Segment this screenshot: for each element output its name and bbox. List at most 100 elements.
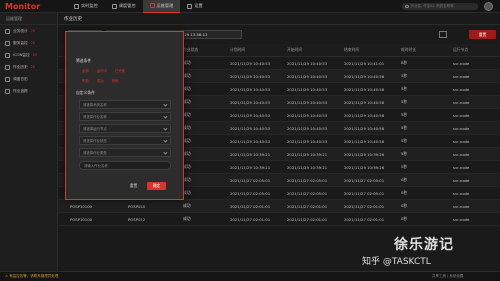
search-placeholder: 作业名, 作业ID, 系统名称等 (410, 4, 454, 8)
sidebar-item-service-monitor[interactable]: 服务监控 25 (0, 37, 57, 49)
server-icon (5, 40, 10, 46)
col-header: 结束时间 (344, 47, 360, 52)
bottom-links[interactable]: 共享工具 | 系统设置 (432, 274, 463, 279)
table-cell: svr-node (453, 138, 470, 144)
table-cell: 2021/11/29 10:40:53 (287, 138, 328, 144)
table-cell: 5秒 (401, 164, 408, 169)
table-cell: 2021/11/29 10:40:58 (344, 125, 385, 131)
job-type-select[interactable]: 请选择作业类型 (79, 148, 171, 157)
user-avatar[interactable] (484, 2, 493, 11)
export-icon[interactable] (439, 31, 447, 38)
sidebar-badge: 25 (30, 65, 35, 69)
table-cell: svr-node (453, 177, 470, 183)
table-cell: 2021/11/29 10:39:21 (287, 164, 328, 170)
table-cell: 成功 (183, 164, 191, 169)
system-name-select[interactable]: 请选择系统名称 (79, 100, 171, 109)
sidebar-item-icon-monitor[interactable]: ICON监控 25 (0, 49, 57, 61)
sidebar-badge: 25 (30, 41, 35, 45)
table-cell: 0秒 (401, 177, 408, 182)
sidebar-badge: 25 (30, 29, 35, 33)
nav-settings[interactable]: 设置 (180, 0, 209, 13)
table-cell: 成功 (183, 151, 191, 156)
popover-reset-button[interactable]: 重置 (124, 182, 143, 190)
table-cell: 2021/11/29 10:40:53 (230, 86, 271, 92)
status-chips-row-2: 失败 成功 其他 (82, 78, 118, 83)
nav-realtime-monitor[interactable]: 实时监控 (67, 0, 105, 13)
table-row[interactable]: POSP10100 POSP012 成功 2021/11/27 02:01:01 202… (58, 213, 500, 226)
job-name-select[interactable]: 请选择作业名称 (79, 112, 171, 121)
table-cell: 0秒 (401, 190, 408, 195)
table-cell: 2021/11/27 02:05:01 (287, 177, 328, 183)
table-cell: svr-node (453, 60, 470, 66)
chip-completed[interactable]: 已完成 (115, 68, 125, 73)
table-cell: 8秒 (401, 60, 408, 65)
table-cell: 成功 (183, 216, 191, 221)
table-cell: POSP10100 (70, 203, 93, 209)
status-chips-row-1: 全部 运行中 已完成 (82, 68, 125, 73)
nav-ops-management[interactable]: 运维管理 (142, 0, 181, 13)
table-cell: 2021/11/27 02:05:01 (230, 177, 271, 183)
table-cell: svr-node (453, 216, 470, 222)
table-cell: 2021/11/29 10:40:58 (344, 73, 385, 79)
table-cell: svr-node (453, 125, 470, 131)
chart-icon (5, 28, 10, 34)
page-title: 作业历史 (58, 13, 500, 25)
table-cell: 2021/11/29 10:40:53 (287, 60, 328, 66)
table-cell: 5秒 (401, 86, 408, 91)
table-cell: 5秒 (401, 125, 408, 130)
run-node-select[interactable]: 请选择运行节点 (79, 124, 171, 133)
select-placeholder: 请选择作业类型 (83, 151, 107, 155)
sidebar-item-job-history[interactable]: 作业历史 25 (0, 61, 57, 73)
job-name-search-input[interactable]: 请输入作业名称 (79, 161, 171, 170)
select-placeholder: 请选择运行节点 (83, 127, 107, 131)
table-cell: 2021/11/29 10:39:26 (344, 164, 385, 170)
popover-confirm-button[interactable]: 确定 (147, 182, 166, 190)
history-icon (5, 64, 10, 70)
select-placeholder: 请选择作业状态 (83, 139, 107, 143)
sidebar-item-label: 服务监控 (13, 40, 28, 45)
table-cell: 2021/11/29 10:39:21 (230, 164, 271, 170)
table-cell: 2021/11/29 10:41:01 (344, 60, 385, 66)
custom-section-title: 自定义条件 (76, 90, 95, 95)
alert-message[interactable]: ⚠ 有监控告警，请联系管理员处理 (5, 274, 58, 279)
table-cell: 2021/11/27 02:05:01 (344, 177, 385, 183)
table-cell: 5秒 (401, 151, 408, 156)
sidebar-item-schedule-calendar[interactable]: 调度日历 (0, 73, 57, 85)
table-cell: 成功 (183, 138, 191, 143)
table-cell: 2021/11/27 02:01:01 (344, 203, 385, 209)
gear-icon (187, 3, 193, 9)
table-row[interactable]: POSP10100 POSP010 成功 2021/11/27 02:01:01 202… (58, 200, 500, 213)
table-cell: 2021/11/29 10:40:53 (287, 86, 328, 92)
job-status-select[interactable]: 请选择作业状态 (79, 136, 171, 145)
table-cell: 2021/11/29 10:39:21 (230, 151, 271, 157)
sidebar-item-job-trace[interactable]: 作业追踪 (0, 85, 57, 97)
chip-all[interactable]: 全部 (82, 68, 89, 73)
table-cell: 5秒 (401, 73, 408, 78)
table-cell: svr-node (453, 99, 470, 105)
nav-schedule-control[interactable]: 调度管控 (105, 0, 143, 13)
sidebar-title: 运维管理 (0, 13, 57, 25)
table-cell: 成功 (183, 203, 191, 208)
table-cell: 成功 (183, 112, 191, 117)
table-cell: POSP012 (128, 216, 146, 222)
table-cell: 成功 (183, 60, 191, 65)
global-search-input[interactable]: 作业名, 作业ID, 系统名称等 (402, 3, 478, 10)
sidebar-item-business-stats[interactable]: 业务统计 25 (0, 25, 57, 37)
chip-running[interactable]: 运行中 (97, 68, 107, 73)
table-cell: 2021/11/29 10:40:58 (344, 138, 385, 144)
watermark-logo: 徐乐游记 (394, 237, 454, 253)
table-cell: 2021/11/29 10:40:53 (230, 112, 271, 118)
select-placeholder: 请选择作业名称 (83, 115, 107, 119)
nav-label: 设置 (194, 3, 203, 8)
chip-success[interactable]: 成功 (97, 78, 104, 83)
reset-button[interactable]: 重置 (469, 30, 496, 39)
chip-failed[interactable]: 失败 (82, 78, 89, 83)
table-cell: 2021/11/29 10:40:53 (230, 125, 271, 131)
table-cell: 2021/11/29 10:40:58 (344, 99, 385, 105)
table-cell: 2021/11/29 10:40:53 (287, 112, 328, 118)
nav-label: 调度管控 (118, 3, 136, 8)
chip-other[interactable]: 其他 (112, 78, 119, 83)
table-cell: 0秒 (401, 203, 408, 208)
table-cell: 0秒 (401, 216, 408, 221)
table-cell: 2021/11/27 02:05:01 (230, 190, 271, 196)
